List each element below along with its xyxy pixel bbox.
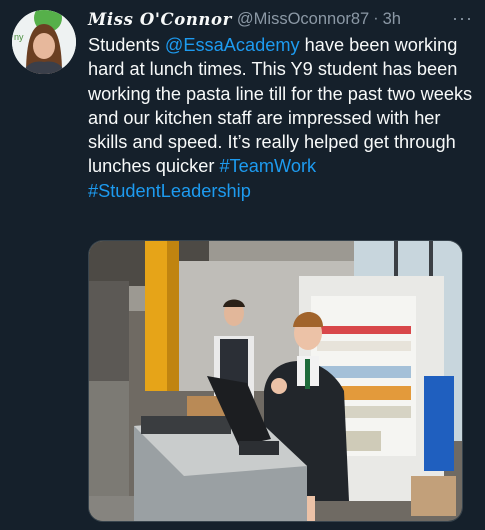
tweet-text-part: Students (88, 35, 165, 55)
author-handle[interactable]: @MissOconnor87 (237, 10, 369, 29)
mention-link[interactable]: @EssaAcademy (165, 35, 300, 55)
hashtag-link[interactable]: #TeamWork (219, 156, 316, 176)
canteen-photo (89, 241, 462, 521)
author-display-name[interactable]: Miss O'Connor (88, 10, 232, 29)
more-options-icon[interactable]: ··· (452, 8, 473, 29)
tweet-timestamp[interactable]: 3h (383, 10, 401, 29)
tweet-text: Students @EssaAcademy have been working … (88, 33, 473, 203)
avatar-photo: ny (12, 10, 76, 74)
separator-dot: · (373, 10, 379, 27)
avatar-logo-text: ny (14, 32, 24, 42)
profile-avatar[interactable]: ny (12, 10, 76, 74)
tweet-media-photo[interactable] (88, 240, 463, 522)
hashtag-link[interactable]: #StudentLeadership (88, 181, 251, 201)
tweet-header: Miss O'Connor @MissOconnor87 · 3h ··· (88, 8, 475, 30)
